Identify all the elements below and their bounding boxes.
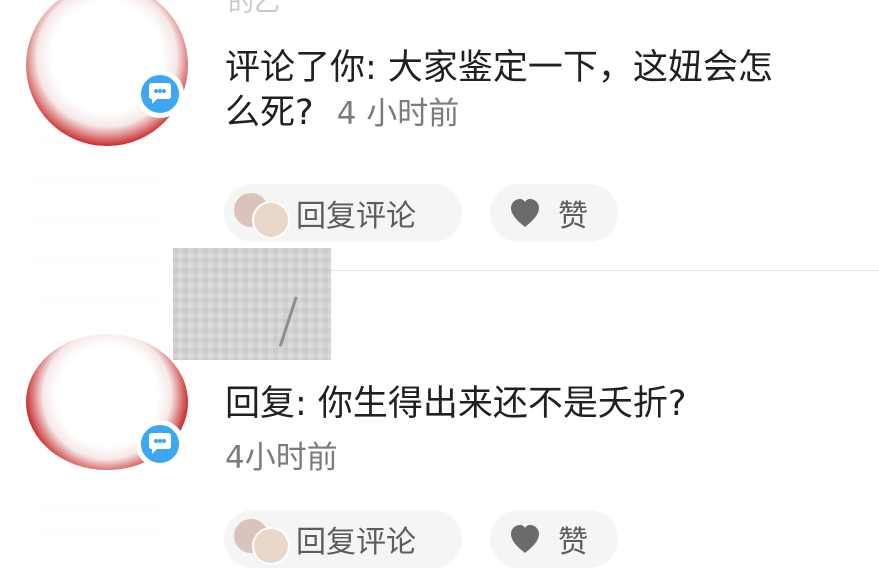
comment-notification-1: 的乙 评论了你: 大家鉴定一下，这妞会怎 么死? 4 小时前 回复评论 赞 (0, 0, 879, 264)
chat-bubble-icon-graphic (149, 433, 171, 454)
reply-comment-label: 回复评论 (296, 525, 416, 560)
reply-comment-button[interactable]: 回复评论 (224, 184, 462, 242)
chat-bubble-icon (136, 70, 184, 118)
mini-avatar-right (252, 201, 290, 239)
comment-text-line-2: 么死? 4 小时前 (225, 84, 459, 143)
reply-avatar-icon (234, 513, 290, 565)
chat-bubble-icon (136, 420, 184, 468)
heart-icon (511, 525, 539, 553)
reply-text: 回复: 你生得出来还不是夭折? (225, 384, 687, 424)
heart-icon (511, 199, 539, 227)
like-button[interactable]: 赞 (490, 510, 618, 568)
reply-comment-button[interactable]: 回复评论 (224, 510, 462, 568)
comment-text-line-2-content: 么死? (225, 93, 314, 133)
mini-avatar-right (252, 527, 290, 565)
timestamp: 4 小时前 (336, 96, 460, 132)
like-button[interactable]: 赞 (490, 184, 618, 242)
timestamp: 4小时前 (225, 440, 338, 476)
like-label: 赞 (558, 525, 588, 560)
username[interactable]: 的乙 (228, 0, 280, 19)
like-label: 赞 (558, 199, 588, 234)
comment-notification-2: 回复: 你生得出来还不是夭折? 4小时前 回复评论 赞 (0, 252, 879, 582)
reply-comment-label: 回复评论 (296, 199, 416, 234)
chat-bubble-icon-graphic (149, 83, 171, 104)
reply-avatar-icon (234, 187, 290, 239)
